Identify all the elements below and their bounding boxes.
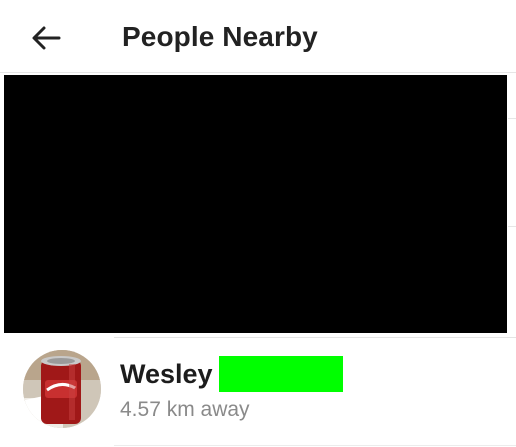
header-divider xyxy=(0,72,516,73)
divider xyxy=(114,445,516,446)
page-title: People Nearby xyxy=(122,21,318,52)
arrow-left-icon xyxy=(31,25,61,51)
divider xyxy=(508,226,516,227)
person-name-line: Wesley xyxy=(120,355,343,393)
name-redaction xyxy=(218,356,343,392)
list-item-person[interactable]: Wesley 4.57 km away xyxy=(0,338,516,447)
app-bar: People Nearby xyxy=(0,0,516,72)
divider xyxy=(508,118,516,119)
redacted-banner xyxy=(4,75,507,333)
back-button[interactable] xyxy=(26,18,66,58)
person-name: Wesley xyxy=(120,359,213,389)
avatar[interactable] xyxy=(23,350,101,428)
dr-pepper-can-photo xyxy=(23,350,101,428)
person-distance: 4.57 km away xyxy=(120,398,250,421)
